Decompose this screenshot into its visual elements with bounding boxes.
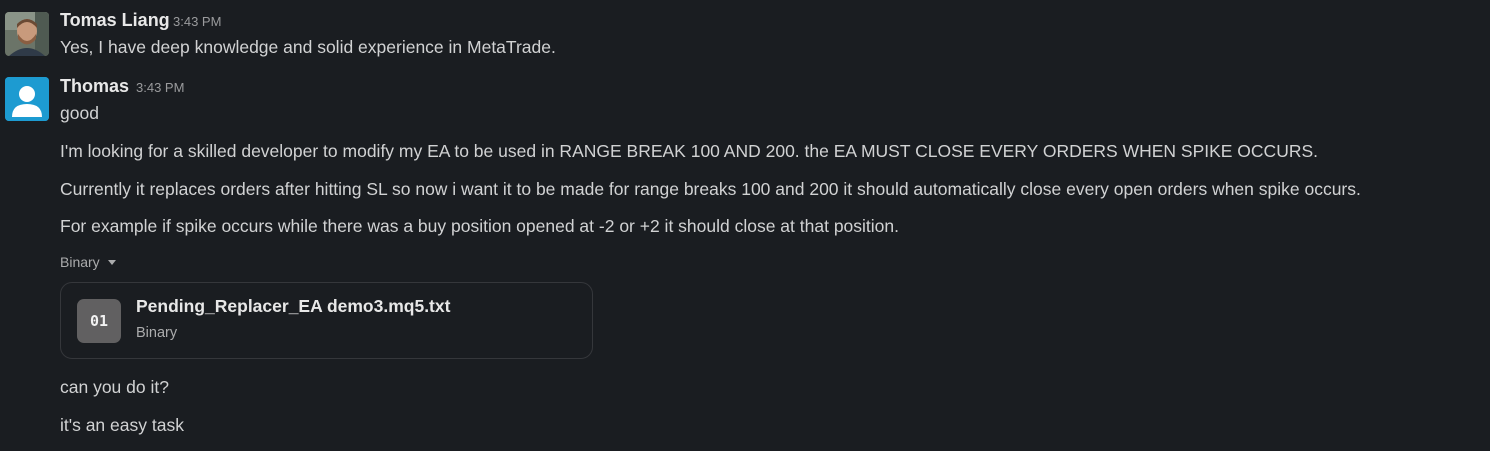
message-timestamp[interactable]: 3:43 PM	[136, 80, 184, 95]
file-attachment-card[interactable]: 01 Pending_Replacer_EA demo3.mq5.txt Bin…	[60, 282, 593, 359]
user-photo-icon[interactable]	[5, 12, 49, 56]
attachment-toggle-label: Binary	[60, 254, 100, 270]
caret-down-icon	[107, 260, 116, 265]
message-tomas-liang: Tomas Liang 3:43 PM Yes, I have deep kno…	[0, 0, 1490, 70]
message-text: Yes, I have deep knowledge and solid exp…	[60, 37, 556, 57]
attachment-collapse-toggle[interactable]: Binary	[60, 254, 116, 270]
message-text: Currently it replaces orders after hitti…	[60, 179, 1361, 199]
sender-name[interactable]: Tomas Liang	[60, 10, 170, 31]
message-text: it's an easy task	[60, 415, 184, 435]
sender-name[interactable]: Thomas	[60, 76, 129, 97]
default-user-icon[interactable]	[5, 77, 49, 121]
message-text: For example if spike occurs while there …	[60, 216, 900, 236]
message-timestamp[interactable]: 3:43 PM	[173, 14, 221, 29]
binary-file-icon: 01	[77, 299, 121, 343]
file-name[interactable]: Pending_Replacer_EA demo3.mq5.txt	[136, 296, 450, 317]
message-text: I'm looking for a skilled developer to m…	[60, 141, 1319, 161]
message-text: can you do it?	[60, 377, 169, 397]
file-type: Binary	[136, 325, 178, 341]
message-text: good	[60, 103, 99, 123]
message-thomas: Thomas 3:43 PM	[0, 70, 1490, 451]
